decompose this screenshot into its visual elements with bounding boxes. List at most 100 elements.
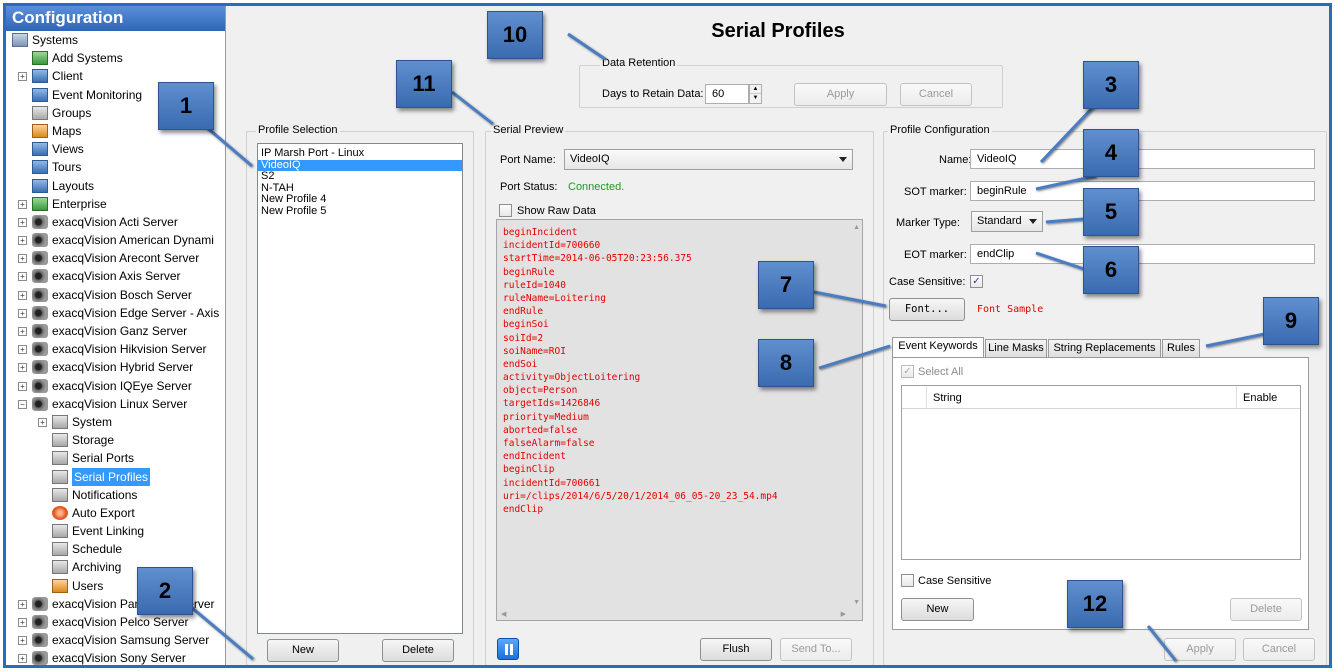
tree-item-exacqvision-arecont-server[interactable]: + exacqVision Arecont Server xyxy=(6,249,225,267)
tree-item-exacqvision-samsung-server[interactable]: + exacqVision Samsung Server xyxy=(6,631,225,649)
tree-item-label: Serial Profiles xyxy=(72,467,151,486)
expand-icon[interactable]: + xyxy=(18,199,27,209)
profile-apply-button[interactable]: Apply xyxy=(1164,638,1236,661)
tree-item-label: exacqVision Edge Server - Axis xyxy=(52,305,220,320)
expand-icon[interactable]: + xyxy=(18,381,27,391)
server-icon xyxy=(32,378,48,393)
retention-apply-button[interactable]: Apply xyxy=(794,83,887,106)
tree-item-exacqvision-hikvision-server[interactable]: + exacqVision Hikvision Server xyxy=(6,340,225,358)
tree-item-exacqvision-hybrid-server[interactable]: + exacqVision Hybrid Server xyxy=(6,358,225,376)
tree-item-system[interactable]: + System xyxy=(6,413,225,431)
keyword-delete-button[interactable]: Delete xyxy=(1230,598,1302,621)
tree-item-auto-export[interactable]: Auto Export xyxy=(6,504,225,522)
tree-item-event-linking[interactable]: Event Linking xyxy=(6,522,225,540)
profile-name-input[interactable]: VideoIQ xyxy=(970,149,1315,169)
scroll-right-icon[interactable]: ▶ xyxy=(841,610,846,618)
groups-icon xyxy=(32,105,48,120)
tree-item-views[interactable]: Views xyxy=(6,140,225,158)
port-name-select[interactable]: VideoIQ xyxy=(564,149,853,170)
expand-icon[interactable]: + xyxy=(18,345,27,355)
keyword-new-button[interactable]: New xyxy=(901,598,974,621)
tab-string-replacements[interactable]: String Replacements xyxy=(1048,339,1161,357)
marker-type-select[interactable]: Standard xyxy=(971,211,1043,232)
expand-icon[interactable]: + xyxy=(18,308,27,318)
tree-item-systems[interactable]: Systems xyxy=(6,31,225,49)
select-all-checkbox[interactable]: ✓ xyxy=(901,365,914,378)
keywords-grid[interactable]: String Enable xyxy=(901,385,1301,560)
tree-item-exacqvision-linux-server[interactable]: − exacqVision Linux Server xyxy=(6,395,225,413)
app-window: Configuration Systems Add Systems + Client E… xyxy=(3,3,1332,668)
expand-icon[interactable]: + xyxy=(18,217,27,227)
spin-up-icon[interactable]: ▲ xyxy=(750,85,761,94)
eot-marker-input[interactable]: endClip xyxy=(970,244,1315,264)
tree-item-serial-profiles[interactable]: Serial Profiles xyxy=(6,467,225,486)
send-to-button[interactable]: Send To... xyxy=(780,638,852,661)
expand-icon[interactable]: + xyxy=(18,654,27,664)
tree-item-exacqvision-ganz-server[interactable]: + exacqVision Ganz Server xyxy=(6,322,225,340)
tree-item-exacqvision-american-dynami[interactable]: + exacqVision American Dynami xyxy=(6,231,225,249)
tree-item-layouts[interactable]: Layouts xyxy=(6,177,225,195)
profile-list-item[interactable]: New Profile 5 xyxy=(258,205,462,218)
days-to-retain-input[interactable]: 60 xyxy=(705,84,749,104)
tree-item-storage[interactable]: Storage xyxy=(6,431,225,449)
profile-list-item[interactable]: VideoIQ xyxy=(258,159,462,171)
case-sensitive-checkbox[interactable]: ✓ xyxy=(970,275,983,288)
profile-list[interactable]: IP Marsh Port - Linux VideoIQ S2 N-TAH New P… xyxy=(257,143,463,634)
profile-new-button[interactable]: New xyxy=(267,639,339,662)
expand-icon[interactable]: + xyxy=(18,290,27,300)
profile-list-item[interactable]: New Profile 4 xyxy=(258,193,462,206)
profile-list-item[interactable]: S2 xyxy=(258,170,462,183)
pause-button[interactable] xyxy=(497,638,519,660)
col-enable-header[interactable]: Enable xyxy=(1243,392,1277,404)
show-raw-data-checkbox[interactable] xyxy=(499,204,512,217)
col-string-header[interactable]: String xyxy=(933,392,962,404)
tab-line-masks[interactable]: Line Masks xyxy=(985,339,1047,357)
callout-7: 7 xyxy=(758,261,814,309)
expand-icon[interactable]: + xyxy=(18,636,27,646)
expand-icon[interactable]: + xyxy=(18,236,27,246)
tree-item-exacqvision-acti-server[interactable]: + exacqVision Acti Server xyxy=(6,213,225,231)
scroll-left-icon[interactable]: ◀ xyxy=(501,610,506,618)
collapse-icon[interactable]: − xyxy=(18,399,27,409)
font-button[interactable]: Font... xyxy=(889,298,965,321)
expand-icon[interactable]: + xyxy=(18,327,27,336)
tab-rules[interactable]: Rules xyxy=(1162,339,1200,357)
scroll-up-icon[interactable]: ▲ xyxy=(853,224,860,231)
spin-down-icon[interactable]: ▼ xyxy=(750,94,761,103)
tree-item-label: exacqVision Hikvision Server xyxy=(52,342,207,357)
keywords-case-sensitive-checkbox[interactable] xyxy=(901,574,914,587)
tree-item-exacqvision-edge-server-axis[interactable]: + exacqVision Edge Server - Axis xyxy=(6,304,225,322)
expand-icon[interactable]: + xyxy=(18,363,27,373)
tree-item-exacqvision-sony-server[interactable]: + exacqVision Sony Server xyxy=(6,649,225,665)
tree-item-notifications[interactable]: Notifications xyxy=(6,486,225,504)
expand-icon[interactable]: + xyxy=(18,599,27,609)
expand-icon[interactable]: + xyxy=(18,72,27,82)
tree-item-tours[interactable]: Tours xyxy=(6,158,225,176)
tree-item-serial-ports[interactable]: Serial Ports xyxy=(6,449,225,467)
expand-icon[interactable]: + xyxy=(18,272,27,282)
flush-button[interactable]: Flush xyxy=(700,638,772,661)
profile-delete-button[interactable]: Delete xyxy=(382,639,454,662)
expand-icon[interactable]: + xyxy=(38,417,47,427)
expand-icon[interactable]: + xyxy=(18,254,27,264)
retention-cancel-button[interactable]: Cancel xyxy=(900,83,972,106)
profile-list-item[interactable]: IP Marsh Port - Linux xyxy=(258,147,462,160)
tree-item-enterprise[interactable]: + Enterprise xyxy=(6,195,225,213)
days-spinner[interactable]: ▲ ▼ xyxy=(749,84,762,104)
sot-marker-input[interactable]: beginRule xyxy=(970,181,1315,201)
tree-item-exacqvision-axis-server[interactable]: + exacqVision Axis Server xyxy=(6,267,225,285)
tree-item-exacqvision-pelco-server[interactable]: + exacqVision Pelco Server xyxy=(6,613,225,631)
scroll-down-icon[interactable]: ▼ xyxy=(853,599,860,606)
tree-item-add-systems[interactable]: Add Systems xyxy=(6,49,225,67)
profile-cancel-button[interactable]: Cancel xyxy=(1243,638,1315,661)
tree-item-schedule[interactable]: Schedule xyxy=(6,540,225,558)
callout-10: 10 xyxy=(487,11,543,59)
expand-icon[interactable]: + xyxy=(18,618,27,627)
system-icon xyxy=(52,414,68,429)
event-monitoring-icon xyxy=(32,87,48,102)
tab-event-keywords[interactable]: Event Keywords xyxy=(892,337,984,358)
add-systems-icon xyxy=(32,51,48,66)
callout-12: 12 xyxy=(1067,580,1123,628)
tree-item-exacqvision-bosch-server[interactable]: + exacqVision Bosch Server xyxy=(6,286,225,304)
tree-item-exacqvision-iqeye-server[interactable]: + exacqVision IQEye Server xyxy=(6,377,225,395)
